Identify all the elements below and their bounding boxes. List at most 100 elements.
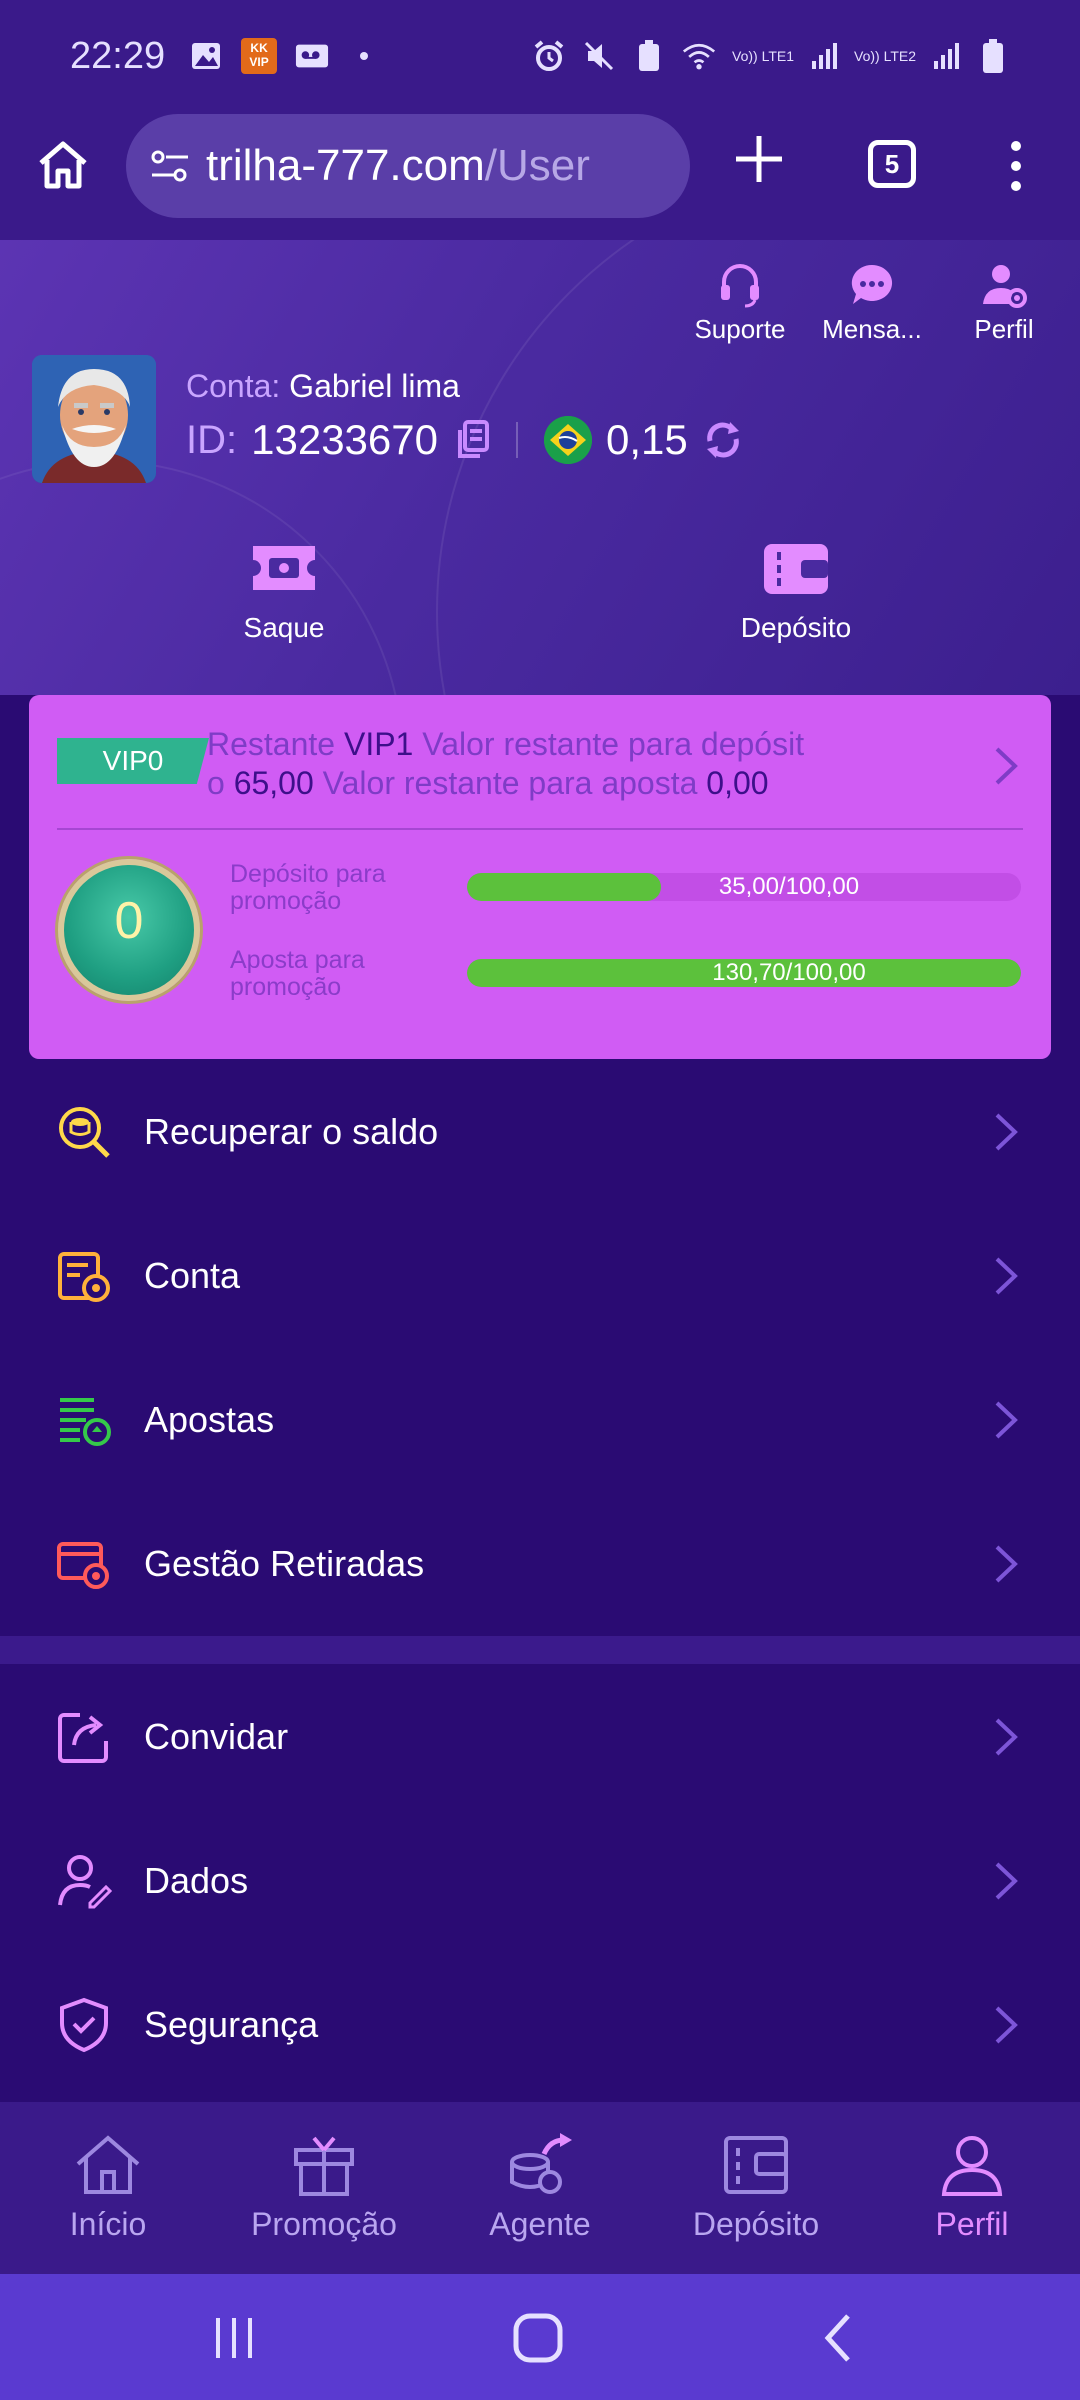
url-field[interactable]: trilha-777.com/User xyxy=(126,114,690,218)
bottom-nav: Início Promoção Agente Depósito Perfil xyxy=(0,2102,1080,2274)
home-icon[interactable] xyxy=(36,138,90,192)
person-icon xyxy=(941,2136,1003,2196)
messages-button[interactable]: Mensa... xyxy=(818,260,926,345)
chevron-right-icon xyxy=(995,2006,1018,2044)
lte2-label: Vo)) LTE2 xyxy=(854,48,916,64)
vip-bet-text: Valor restante para aposta xyxy=(322,765,698,801)
chevron-right-icon xyxy=(995,1401,1018,1439)
menu-label: Apostas xyxy=(144,1399,275,1440)
support-button[interactable]: Suporte xyxy=(686,260,794,345)
menu-item-dados[interactable]: Dados xyxy=(0,1809,1080,1953)
gallery-icon xyxy=(189,39,223,73)
kk-vip-icon: KK VIP xyxy=(241,38,278,74)
vip-remaining-text: Restante VIP1 Valor restante para depósi… xyxy=(207,725,847,803)
new-tab-icon[interactable] xyxy=(730,130,788,188)
chevron-right-icon xyxy=(995,1113,1018,1151)
account-statement-icon xyxy=(58,1252,110,1302)
divider xyxy=(516,422,518,458)
menu-item-recuperar-saldo[interactable]: Recuperar o saldo xyxy=(0,1060,1080,1204)
coin-search-icon xyxy=(59,1107,110,1158)
back-icon[interactable] xyxy=(812,2310,868,2366)
nav-label: Início xyxy=(69,2206,147,2242)
user-edit-icon xyxy=(58,1855,112,1909)
signal-icon xyxy=(934,43,959,69)
id-label: ID: xyxy=(186,417,238,462)
chevron-right-icon[interactable] xyxy=(991,745,1021,787)
signal-icon xyxy=(812,43,837,69)
wallet-icon xyxy=(724,2136,788,2194)
menu-item-conta[interactable]: Conta xyxy=(0,1204,1080,1348)
account-label: Conta: xyxy=(186,368,281,404)
voicemail-icon xyxy=(295,39,329,73)
nav-label: Depósito xyxy=(692,2206,820,2242)
menu-item-seguranca[interactable]: Segurança xyxy=(0,1953,1080,2097)
nav-inicio[interactable]: Início xyxy=(0,2102,216,2274)
menu-item-apostas[interactable]: Apostas xyxy=(0,1348,1080,1492)
deposit-progress-label: Depósito para promoção xyxy=(230,860,386,915)
menu-item-gestao-retiradas[interactable]: Gestão Retiradas xyxy=(0,1492,1080,1636)
gift-icon xyxy=(294,2136,354,2196)
browser-toolbar: trilha-777.com/User 5 xyxy=(0,112,1080,240)
status-bar: 22:29 KK VIP Vo)) LTE1 Vo)) LTE2 xyxy=(0,0,1080,112)
vip-next-level: VIP1 xyxy=(343,726,414,762)
chevron-right-icon xyxy=(995,1718,1018,1756)
dot-icon xyxy=(347,39,381,73)
brazil-flag-icon xyxy=(544,416,592,464)
bets-list-icon xyxy=(60,1398,111,1446)
nav-promocao[interactable]: Promoção xyxy=(216,2102,432,2274)
deposit-progress-bar: 35,00/100,00 xyxy=(467,873,1021,901)
id-value: 13233670 xyxy=(251,416,438,463)
bet-progress-bar: 130,70/100,00 xyxy=(467,959,1021,987)
account-name: Gabriel lima xyxy=(289,368,460,404)
deposit-progress-text: 35,00/100,00 xyxy=(718,873,860,900)
saque-label: Saque xyxy=(243,612,325,643)
id-line: ID: 13233670 0,15 xyxy=(186,416,744,464)
lte1-label: Vo)) LTE1 xyxy=(732,48,794,64)
vip-deposit-text: Valor restante para depósit xyxy=(422,726,805,762)
refresh-icon[interactable] xyxy=(702,419,744,461)
copy-icon[interactable] xyxy=(456,420,490,460)
profile-button[interactable]: Perfil xyxy=(950,260,1058,345)
site-settings-icon[interactable] xyxy=(150,148,190,184)
avatar[interactable] xyxy=(32,355,156,483)
menu-label: Conta xyxy=(144,1255,241,1296)
share-icon xyxy=(58,1713,108,1763)
vip-card[interactable]: VIP0 Restante VIP1 Valor restante para d… xyxy=(29,695,1051,1059)
system-nav-bar xyxy=(0,2274,1080,2400)
more-icon[interactable] xyxy=(1006,138,1026,194)
profile-label: Perfil xyxy=(974,314,1034,344)
nav-deposito[interactable]: Depósito xyxy=(648,2102,864,2274)
tabs-button[interactable]: 5 xyxy=(868,140,916,188)
recent-apps-icon[interactable] xyxy=(206,2310,262,2366)
vip-bet-remaining: 0,00 xyxy=(706,765,769,801)
deposit-label: Depósito xyxy=(740,612,852,643)
menu-label: Gestão Retiradas xyxy=(144,1543,425,1584)
menu-item-convidar[interactable]: Convidar xyxy=(0,1665,1080,1809)
vip-level: 0 xyxy=(114,892,144,950)
nav-perfil[interactable]: Perfil xyxy=(864,2102,1080,2274)
mute-icon xyxy=(582,39,616,73)
messages-label: Mensa... xyxy=(822,314,922,344)
url-path: /User xyxy=(484,141,590,190)
status-time: 22:29 xyxy=(70,34,166,77)
alarm-icon xyxy=(532,39,566,73)
menu-label: Segurança xyxy=(144,2004,319,2045)
wallet-icon xyxy=(764,544,828,594)
saque-button[interactable]: Saque xyxy=(224,538,344,644)
nav-label: Promoção xyxy=(251,2206,397,2242)
menu-label: Dados xyxy=(144,1860,249,1901)
divider xyxy=(57,828,1023,830)
user-settings-icon xyxy=(983,265,1027,308)
home-icon xyxy=(76,2135,140,2194)
deposit-button[interactable]: Depósito xyxy=(726,538,866,644)
bet-progress-label: Aposta para promoção xyxy=(230,946,365,1001)
profile-header: Suporte Mensa... Perfil Conta: Gabriel l… xyxy=(0,240,1080,695)
menu-label: Recuperar o saldo xyxy=(144,1111,439,1152)
message-icon xyxy=(851,264,893,304)
vip-medal-icon: 0 xyxy=(58,859,200,1001)
wifi-icon xyxy=(682,39,716,73)
chevron-right-icon xyxy=(995,1545,1018,1583)
home-button-icon[interactable] xyxy=(510,2310,566,2366)
nav-agente[interactable]: Agente xyxy=(432,2102,648,2274)
nav-label: Agente xyxy=(489,2206,591,2242)
